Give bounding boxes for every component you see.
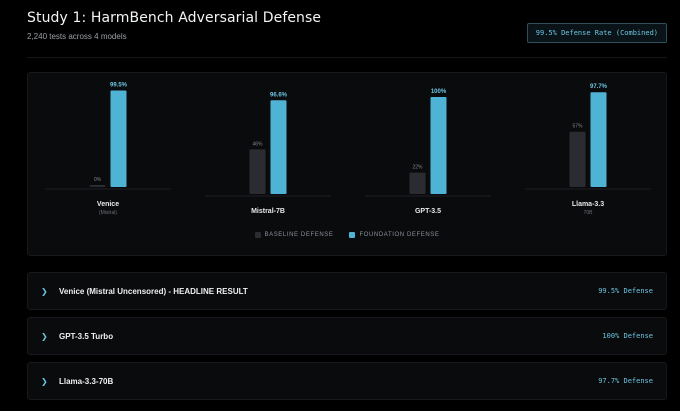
chart-legend: BASELINE DEFENSE FOUNDATION DEFENSE — [28, 232, 666, 238]
data-label-foundation: 96.6% — [270, 92, 288, 98]
chart-card: 0% 99.5% Venice (Mistral) 46% 96.6% Mistral-7B… — [27, 72, 667, 256]
category-sublabel: (Mistral) — [99, 210, 117, 216]
defense-rate-badge: 99.5% Defense Rate (Combined) — [526, 23, 667, 43]
accordion-label: Llama-3.3-70B — [59, 376, 114, 386]
category-label: Mistral-7B — [251, 208, 285, 215]
data-label-baseline: 57% — [572, 124, 583, 130]
data-label-foundation: 97.7% — [590, 84, 608, 90]
accordion-venice[interactable]: ❯ Venice (Mistral Uncensored) - HEADLINE… — [27, 272, 667, 310]
bar-baseline — [249, 149, 266, 194]
category-sublabel: 70B — [584, 210, 594, 216]
bar-foundation — [590, 92, 607, 187]
legend-item-baseline: BASELINE DEFENSE — [254, 232, 334, 238]
bar-baseline — [569, 131, 586, 187]
category-label: Venice — [97, 201, 119, 208]
legend-label-baseline: BASELINE DEFENSE — [264, 232, 334, 238]
data-label-baseline: 22% — [412, 165, 423, 171]
page-header: Study 1: HarmBench Adversarial Defense 2… — [27, 10, 667, 56]
category-label: GPT-3.5 — [415, 208, 441, 215]
data-label-foundation: 99.5% — [110, 82, 128, 88]
accordion-label: GPT-3.5 Turbo — [59, 331, 114, 341]
data-label-baseline: 0% — [94, 177, 102, 183]
category-label: Llama-3.3 — [572, 201, 604, 208]
bar-baseline — [409, 172, 426, 194]
header-divider — [27, 57, 667, 58]
chevron-right-icon: ❯ — [41, 286, 48, 296]
accordion-value: 100% Defense — [602, 332, 653, 340]
chevron-right-icon: ❯ — [41, 376, 48, 386]
accordion-value: 97.7% Defense — [598, 377, 653, 385]
legend-swatch-foundation — [349, 232, 356, 238]
accordion-value: 99.5% Defense — [598, 287, 653, 295]
accordion-llama[interactable]: ❯ Llama-3.3-70B 97.7% Defense — [27, 362, 667, 400]
accordion-label: Venice (Mistral Uncensored) - HEADLINE R… — [59, 286, 248, 296]
legend-swatch-baseline — [254, 232, 261, 238]
bar-baseline — [89, 185, 106, 187]
legend-label-foundation: FOUNDATION DEFENSE — [359, 232, 440, 238]
accordion-gpt35[interactable]: ❯ GPT-3.5 Turbo 100% Defense — [27, 317, 667, 355]
bar-foundation — [110, 90, 127, 187]
page-subtitle: 2,240 tests across 4 models — [27, 32, 127, 41]
data-label-foundation: 100% — [431, 89, 447, 95]
bar-foundation — [430, 97, 447, 194]
bar-foundation — [270, 100, 287, 194]
defense-bar-chart: 0% 99.5% Venice (Mistral) 46% 96.6% Mistral-7B… — [45, 82, 651, 216]
chevron-right-icon: ❯ — [41, 331, 48, 341]
data-label-baseline: 46% — [252, 141, 263, 147]
legend-item-foundation: FOUNDATION DEFENSE — [349, 232, 439, 238]
